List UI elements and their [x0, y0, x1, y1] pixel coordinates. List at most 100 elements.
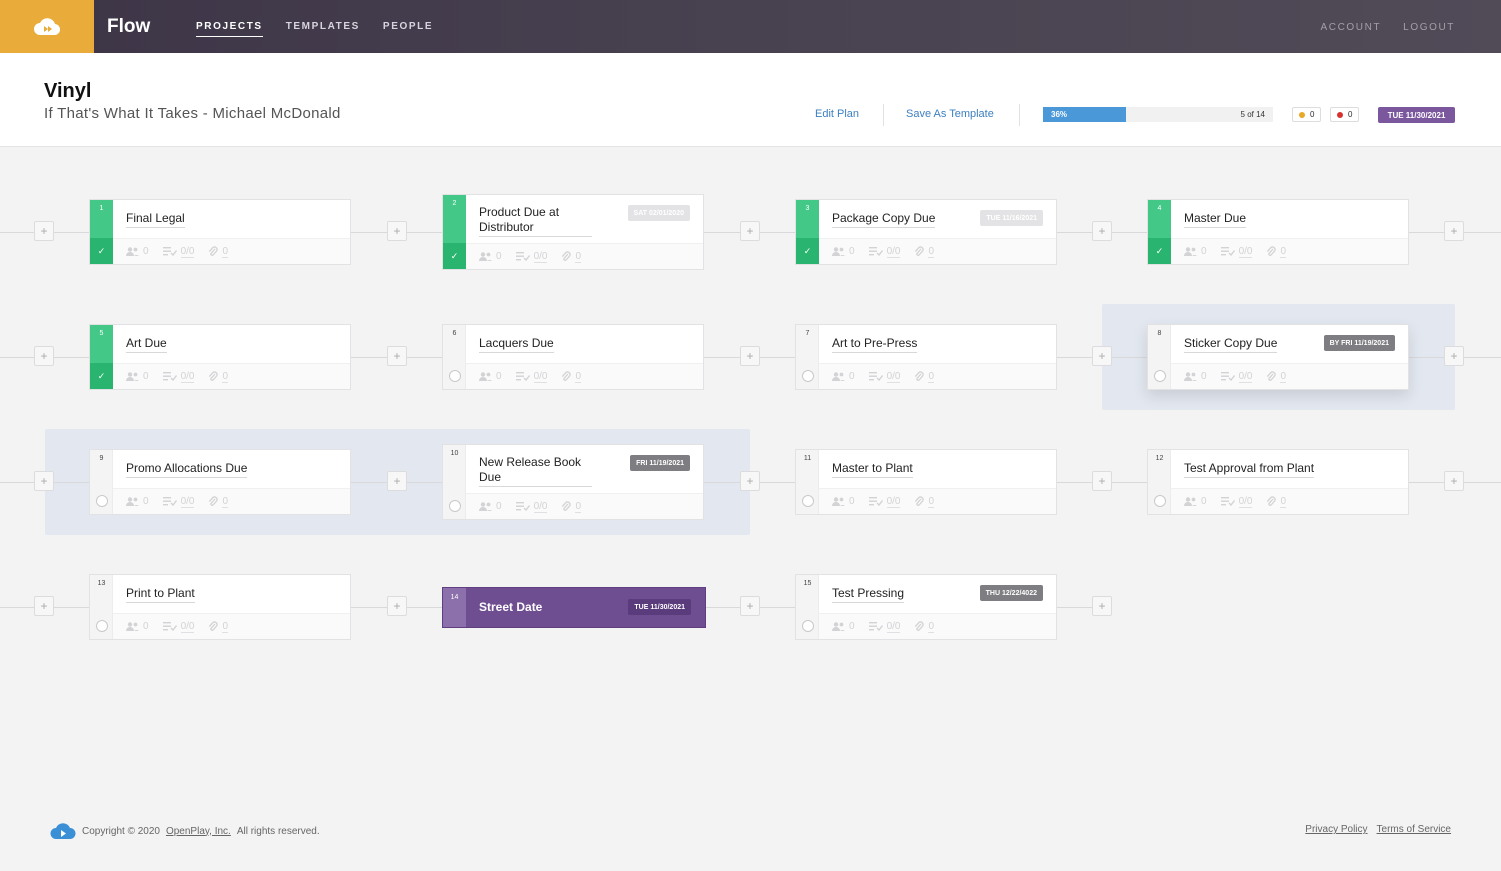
- checklist[interactable]: 0/0: [162, 246, 195, 258]
- attachments[interactable]: 0: [914, 371, 935, 383]
- task-title[interactable]: Art to Pre-Press: [832, 336, 918, 353]
- assignees[interactable]: 0: [479, 251, 502, 262]
- checklist[interactable]: 0/0: [515, 251, 548, 263]
- checklist[interactable]: 0/0: [1220, 246, 1253, 258]
- add-task-button[interactable]: +: [34, 596, 54, 616]
- assignees[interactable]: 0: [126, 246, 149, 257]
- task-title[interactable]: Package Copy Due: [832, 211, 936, 228]
- assignees[interactable]: 0: [1184, 371, 1207, 382]
- assignees[interactable]: 0: [1184, 496, 1207, 507]
- task-status-toggle[interactable]: [796, 613, 819, 639]
- task-title[interactable]: Master to Plant: [832, 461, 913, 478]
- task-status-toggle[interactable]: [443, 493, 466, 519]
- checklist[interactable]: 0/0: [162, 496, 195, 508]
- task-status-toggle[interactable]: [796, 488, 819, 514]
- checklist[interactable]: 0/0: [162, 371, 195, 383]
- add-task-button[interactable]: +: [740, 221, 760, 241]
- task-card[interactable]: 6 Lacquers Due 0 0/0 0: [442, 324, 704, 390]
- task-card[interactable]: 13 Print to Plant 0 0/0 0: [89, 574, 351, 640]
- add-task-button[interactable]: +: [1092, 346, 1112, 366]
- assignees[interactable]: 0: [832, 371, 855, 382]
- assignees[interactable]: 0: [126, 496, 149, 507]
- assignees[interactable]: 0: [126, 621, 149, 632]
- task-title[interactable]: Art Due: [126, 336, 167, 353]
- task-title[interactable]: Lacquers Due: [479, 336, 554, 353]
- nav-people[interactable]: PEOPLE: [383, 21, 433, 37]
- nav-logout[interactable]: LOGOUT: [1403, 22, 1455, 33]
- add-task-button[interactable]: +: [740, 596, 760, 616]
- nav-projects[interactable]: PROJECTS: [196, 21, 263, 37]
- attachments[interactable]: 0: [208, 496, 229, 508]
- attachments[interactable]: 0: [1266, 496, 1287, 508]
- add-task-button[interactable]: +: [34, 346, 54, 366]
- task-status-toggle[interactable]: [443, 363, 466, 389]
- task-title[interactable]: New Release Book Due: [479, 455, 592, 487]
- add-task-button[interactable]: +: [1444, 221, 1464, 241]
- assignees[interactable]: 0: [126, 371, 149, 382]
- add-task-button[interactable]: +: [740, 471, 760, 491]
- task-title[interactable]: Product Due at Distributor: [479, 205, 592, 237]
- task-card[interactable]: 5 ✓ Art Due 0 0/0 0: [89, 324, 351, 390]
- checklist[interactable]: 0/0: [868, 621, 901, 633]
- checklist[interactable]: 0/0: [868, 246, 901, 258]
- checklist[interactable]: 0/0: [1220, 371, 1253, 383]
- task-title[interactable]: Test Pressing: [832, 586, 905, 603]
- attachments[interactable]: 0: [208, 621, 229, 633]
- terms-of-service-link[interactable]: Terms of Service: [1377, 824, 1451, 835]
- add-task-button[interactable]: +: [1092, 596, 1112, 616]
- task-title[interactable]: Test Approval from Plant: [1184, 461, 1315, 478]
- milestone-street-date[interactable]: 14 Street Date TUE 11/30/2021: [442, 587, 706, 628]
- task-title[interactable]: Print to Plant: [126, 586, 195, 603]
- task-complete-toggle[interactable]: ✓: [1148, 238, 1171, 264]
- errors-badge[interactable]: 0: [1330, 107, 1360, 122]
- assignees[interactable]: 0: [479, 501, 502, 512]
- task-status-toggle[interactable]: [90, 613, 113, 639]
- checklist[interactable]: 0/0: [868, 371, 901, 383]
- task-card[interactable]: 4 ✓ Master Due 0 0/0 0: [1147, 199, 1409, 265]
- add-task-button[interactable]: +: [387, 221, 407, 241]
- task-title[interactable]: Final Legal: [126, 211, 185, 228]
- task-complete-toggle[interactable]: ✓: [90, 363, 113, 389]
- add-task-button[interactable]: +: [387, 346, 407, 366]
- attachments[interactable]: 0: [561, 371, 582, 383]
- task-card[interactable]: 12 Test Approval from Plant 0 0/0 0: [1147, 449, 1409, 515]
- checklist[interactable]: 0/0: [162, 621, 195, 633]
- attachments[interactable]: 0: [208, 371, 229, 383]
- add-task-button[interactable]: +: [1092, 221, 1112, 241]
- task-title[interactable]: Master Due: [1184, 211, 1247, 228]
- attachments[interactable]: 0: [1266, 371, 1287, 383]
- assignees[interactable]: 0: [1184, 246, 1207, 257]
- task-title[interactable]: Sticker Copy Due: [1184, 336, 1278, 353]
- task-card[interactable]: 10 New Release Book Due FRI 11/19/2021 0 0/0 0: [442, 444, 704, 520]
- task-status-toggle[interactable]: [90, 488, 113, 514]
- task-status-toggle[interactable]: [796, 363, 819, 389]
- task-card[interactable]: 15 Test Pressing THU 12/22/4022 0 0/0 0: [795, 574, 1057, 640]
- assignees[interactable]: 0: [832, 621, 855, 632]
- attachments[interactable]: 0: [914, 621, 935, 633]
- save-as-template-link[interactable]: Save As Template: [906, 108, 994, 120]
- attachments[interactable]: 0: [914, 246, 935, 258]
- assignees[interactable]: 0: [832, 496, 855, 507]
- company-link[interactable]: OpenPlay, Inc.: [166, 826, 231, 837]
- privacy-policy-link[interactable]: Privacy Policy: [1305, 824, 1367, 835]
- attachments[interactable]: 0: [1266, 246, 1287, 258]
- checklist[interactable]: 0/0: [515, 371, 548, 383]
- checklist[interactable]: 0/0: [515, 501, 548, 513]
- attachments[interactable]: 0: [208, 246, 229, 258]
- add-task-button[interactable]: +: [387, 471, 407, 491]
- edit-plan-link[interactable]: Edit Plan: [815, 108, 859, 120]
- attachments[interactable]: 0: [561, 501, 582, 513]
- task-card[interactable]: 8 Sticker Copy Due BY FRI 11/19/2021 0 0/0 0: [1147, 324, 1409, 390]
- add-task-button[interactable]: +: [1444, 471, 1464, 491]
- task-card[interactable]: 9 Promo Allocations Due 0 0/0 0: [89, 449, 351, 515]
- nav-account[interactable]: ACCOUNT: [1321, 22, 1382, 33]
- task-card[interactable]: 3 ✓ Package Copy Due TUE 11/16/2021 0 0/0 0: [795, 199, 1057, 265]
- assignees[interactable]: 0: [832, 246, 855, 257]
- task-status-toggle[interactable]: [1148, 363, 1171, 389]
- task-title[interactable]: Promo Allocations Due: [126, 461, 248, 478]
- add-task-button[interactable]: +: [34, 471, 54, 491]
- task-card[interactable]: 7 Art to Pre-Press 0 0/0 0: [795, 324, 1057, 390]
- task-status-toggle[interactable]: [1148, 488, 1171, 514]
- task-complete-toggle[interactable]: ✓: [443, 243, 466, 269]
- task-card[interactable]: 1 ✓ Final Legal 0 0/0 0: [89, 199, 351, 265]
